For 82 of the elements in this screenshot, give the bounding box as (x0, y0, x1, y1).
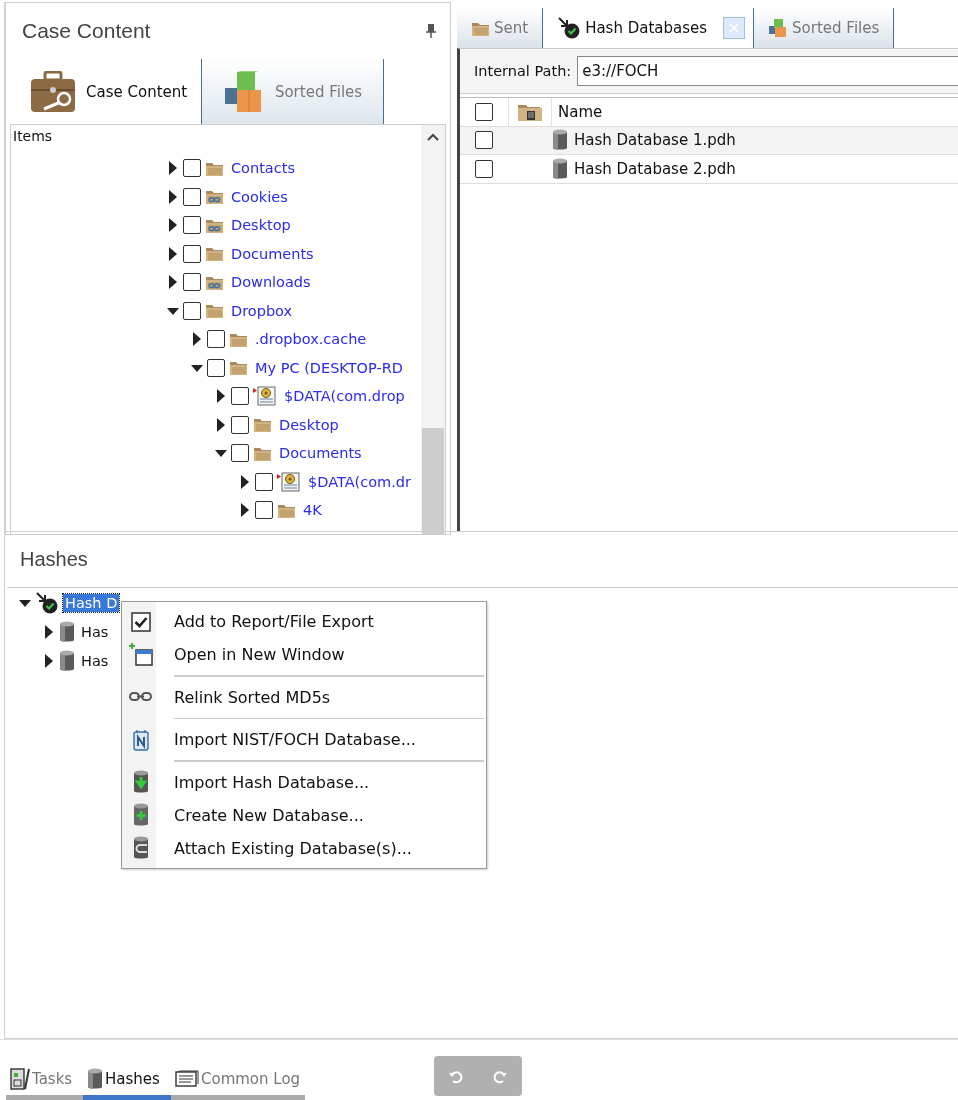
tree-item[interactable]: $DATA(com.dr (308, 473, 411, 490)
n-letter-icon (133, 728, 149, 751)
path-field[interactable]: e3://FOCH (577, 56, 958, 86)
checkbox[interactable] (183, 159, 201, 178)
close-glyph-icon (729, 23, 740, 33)
database-attach-icon (133, 836, 149, 860)
checkbox[interactable] (475, 159, 493, 178)
tree-item[interactable]: Downloads (231, 274, 311, 291)
tab[interactable]: Common Log (171, 1062, 305, 1100)
checkbox-icon (131, 611, 151, 632)
menu-item[interactable]: Create New Database... (122, 798, 486, 832)
tree-item[interactable]: Cookies (231, 188, 288, 205)
checkbox[interactable] (183, 273, 201, 292)
tab[interactable]: Tasks (6, 1062, 83, 1100)
tab[interactable]: Case Content (18, 59, 201, 124)
tab[interactable]: Sorted Files (201, 59, 384, 124)
column-header: Items (12, 128, 54, 146)
checkbox[interactable] (207, 330, 225, 349)
checkbox[interactable] (183, 187, 201, 206)
checkbox[interactable] (475, 102, 493, 121)
scrollbar-thumb[interactable] (422, 428, 444, 534)
document-icon (277, 471, 301, 492)
database-icon (552, 157, 568, 180)
tree-item[interactable]: My PC (DESKTOP-RD (255, 359, 403, 376)
document-icon (253, 386, 277, 407)
tree-item[interactable]: Has (79, 651, 111, 670)
cubes-icon (768, 18, 789, 38)
menu-item[interactable]: Open in New Window (122, 638, 486, 671)
database-icon (87, 1067, 103, 1090)
tab[interactable]: Hashes (83, 1062, 171, 1100)
pin-icon[interactable] (426, 24, 436, 38)
checkbox[interactable] (183, 301, 201, 320)
tree-item[interactable]: Documents (279, 445, 362, 462)
tree-item[interactable]: Contacts (231, 160, 295, 177)
folder-icon (205, 302, 224, 320)
tree-item[interactable]: Has (79, 622, 111, 641)
checkbox[interactable] (231, 444, 249, 463)
chevron-up-icon (427, 133, 439, 141)
tree-item[interactable]: .dropbox.cache (255, 331, 367, 348)
folder-icon (229, 359, 248, 377)
checkbox[interactable] (255, 472, 273, 491)
menu-item[interactable]: Relink Sorted MD5s (122, 680, 486, 714)
checkbox[interactable] (183, 244, 201, 263)
new-window-icon (129, 642, 153, 667)
file-name[interactable]: Hash Database 2.pdh (574, 159, 736, 178)
menu-item[interactable]: Import NIST/FOCH Database... (122, 723, 486, 756)
panel-title: Hashes (19, 547, 89, 572)
tree-item[interactable]: 4K (303, 502, 322, 519)
clipboard-icon (10, 1067, 30, 1090)
database-check-icon (35, 591, 59, 614)
chain-link-icon (129, 691, 153, 703)
database-icon (59, 649, 75, 672)
menu-item[interactable]: Attach Existing Database(s)... (122, 831, 486, 865)
menu-item[interactable]: Add to Report/File Export (122, 605, 486, 638)
tree-item[interactable]: $DATA(com.drop (284, 388, 405, 405)
checkbox[interactable] (255, 501, 273, 520)
database-icon (552, 129, 568, 152)
tree-item[interactable]: Dropbox (231, 302, 293, 319)
checkbox[interactable] (231, 415, 249, 434)
database-icon (59, 620, 75, 643)
checkbox[interactable] (183, 216, 201, 235)
tree-item[interactable]: Hash D (63, 593, 120, 612)
log-window-icon (175, 1069, 199, 1088)
tree-item[interactable]: Desktop (231, 217, 291, 234)
folder-icon (253, 416, 272, 434)
linked-folder-icon (205, 188, 224, 206)
folder-icon (205, 245, 224, 263)
tab[interactable]: Sorted Files (754, 8, 895, 48)
menu-item[interactable]: Import Hash Database... (122, 765, 486, 799)
column-header[interactable]: Name (558, 102, 603, 121)
tab[interactable]: Sent (457, 8, 544, 48)
database-download-icon (133, 770, 149, 794)
checkbox[interactable] (231, 387, 249, 406)
tree-item[interactable]: Documents (231, 245, 314, 262)
checkbox[interactable] (475, 131, 493, 150)
field-label: Internal Path: (474, 63, 572, 79)
database-add-icon (133, 803, 149, 827)
briefcase-icon (30, 70, 76, 113)
tree-item[interactable]: Desktop (279, 416, 339, 433)
panel-title: Case Content (22, 19, 151, 43)
database-check-icon (557, 17, 582, 39)
checkbox[interactable] (207, 358, 225, 377)
